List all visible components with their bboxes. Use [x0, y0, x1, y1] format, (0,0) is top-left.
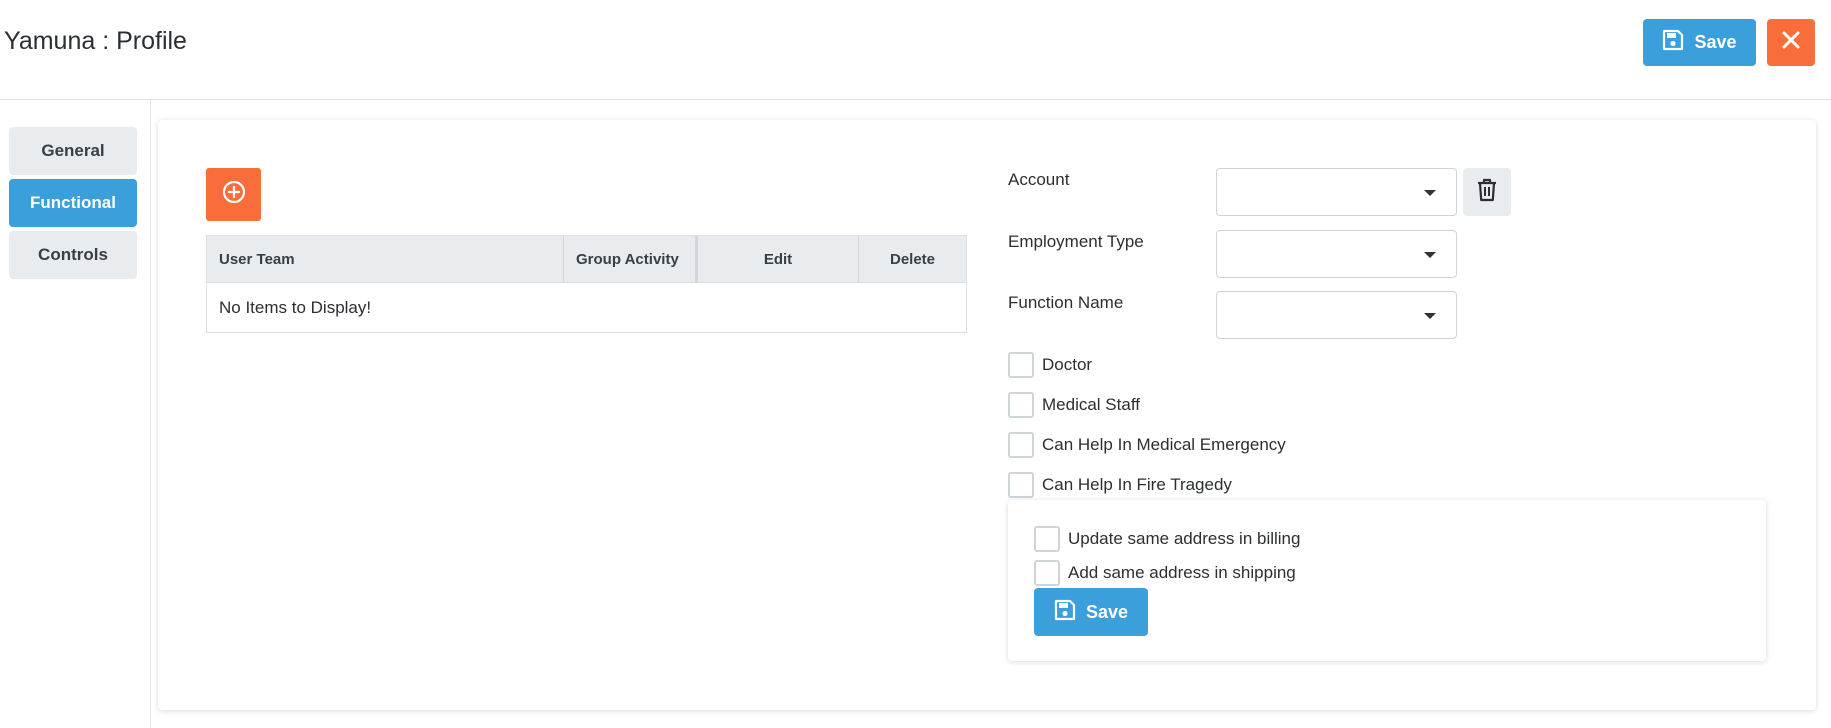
chevron-down-icon	[1424, 190, 1436, 196]
doctor-checkbox-row[interactable]: Doctor	[1008, 351, 1092, 379]
grid-empty-message: No Items to Display!	[219, 298, 372, 317]
page-title: Yamuna : Profile	[4, 27, 187, 55]
add-shipping-row[interactable]: Add same address in shipping	[1034, 559, 1296, 587]
user-team-grid: User Team Group Activity Edit Delete No …	[206, 235, 967, 333]
medical-emergency-checkbox-row[interactable]: Can Help In Medical Emergency	[1008, 431, 1286, 459]
plus-circle-icon	[222, 180, 246, 209]
save-icon	[1662, 29, 1684, 56]
medical-staff-checkbox-row[interactable]: Medical Staff	[1008, 391, 1140, 419]
close-icon	[1781, 30, 1801, 55]
sidebar-item-general[interactable]: General	[9, 127, 137, 175]
sidebar-item-label: Controls	[38, 245, 108, 264]
chevron-down-icon	[1424, 252, 1436, 258]
fire-tragedy-checkbox-row[interactable]: Can Help In Fire Tragedy	[1008, 471, 1232, 499]
save-icon	[1054, 599, 1076, 626]
trash-icon	[1476, 178, 1498, 207]
update-billing-row[interactable]: Update same address in billing	[1034, 525, 1300, 553]
function-name-select[interactable]	[1216, 291, 1457, 339]
fire-tragedy-checkbox[interactable]	[1008, 472, 1034, 498]
function-name-label: Function Name	[1008, 293, 1124, 312]
add-shipping-label: Add same address in shipping	[1068, 563, 1296, 582]
employment-type-label: Employment Type	[1008, 232, 1144, 251]
medical-staff-label: Medical Staff	[1042, 395, 1140, 414]
medical-staff-checkbox[interactable]	[1008, 392, 1034, 418]
account-label: Account	[1008, 170, 1070, 189]
column-user-team[interactable]: User Team	[207, 236, 564, 283]
address-save-button[interactable]: Save	[1034, 588, 1148, 636]
doctor-label: Doctor	[1042, 355, 1093, 374]
add-row-button[interactable]	[206, 168, 261, 221]
doctor-checkbox[interactable]	[1008, 352, 1034, 378]
update-billing-checkbox[interactable]	[1034, 526, 1060, 552]
delete-account-button[interactable]	[1463, 168, 1511, 216]
fire-tragedy-label: Can Help In Fire Tragedy	[1042, 475, 1232, 494]
main-card: User Team Group Activity Edit Delete No …	[158, 120, 1816, 710]
medical-emergency-label: Can Help In Medical Emergency	[1042, 435, 1286, 454]
employment-type-select[interactable]	[1216, 230, 1457, 278]
sidebar-item-label: General	[41, 141, 105, 160]
save-button-label: Save	[1694, 32, 1737, 52]
column-edit[interactable]: Edit	[698, 236, 859, 283]
save-button[interactable]: Save	[1643, 19, 1756, 66]
sidebar-item-functional[interactable]: Functional	[9, 179, 137, 227]
column-group-activity[interactable]: Group Activity	[564, 236, 698, 283]
side-navigation: General Functional Controls	[0, 100, 151, 728]
medical-emergency-checkbox[interactable]	[1008, 432, 1034, 458]
sidebar-item-label: Functional	[30, 193, 116, 212]
address-save-label: Save	[1085, 601, 1129, 622]
page-header: Yamuna : Profile Save	[0, 0, 1831, 100]
sidebar-item-controls[interactable]: Controls	[9, 231, 137, 279]
account-select[interactable]	[1216, 168, 1457, 216]
chevron-down-icon	[1424, 313, 1436, 319]
update-billing-label: Update same address in billing	[1068, 529, 1301, 548]
grid-header: User Team Group Activity Edit Delete	[207, 236, 966, 283]
column-delete[interactable]: Delete	[859, 236, 966, 283]
add-shipping-checkbox[interactable]	[1034, 560, 1060, 586]
address-options-card: Update same address in billing Add same …	[1008, 500, 1766, 661]
close-button[interactable]	[1767, 19, 1815, 66]
